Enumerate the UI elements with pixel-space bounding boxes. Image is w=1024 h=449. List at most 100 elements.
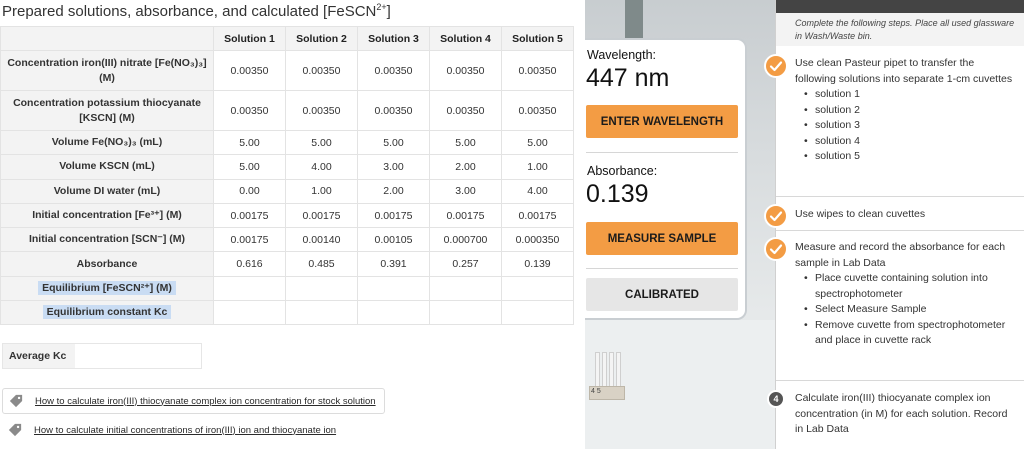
cell-value: 0.139 xyxy=(501,251,574,277)
check-icon xyxy=(764,54,788,78)
average-kc-label: Average Kc xyxy=(3,344,75,368)
divider xyxy=(586,152,738,153)
row-label: Volume DI water (mL) xyxy=(0,178,214,204)
step-description: Calculate iron(III) thiocyanate complex … xyxy=(795,392,1008,435)
table-row: Initial concentration [SCN⁻] (M) 0.00175… xyxy=(0,227,574,253)
hint-link-text[interactable]: How to calculate initial concentrations … xyxy=(34,425,336,436)
step-text: Measure and record the absorbance for ea… xyxy=(795,240,1017,349)
cell-value: 0.00105 xyxy=(357,227,430,253)
input-cell[interactable] xyxy=(429,300,502,326)
table-corner xyxy=(0,26,214,51)
table-row: Equilibrium constant Kc xyxy=(0,300,574,326)
input-cell[interactable] xyxy=(213,300,286,326)
rack-numbers: 4 5 xyxy=(591,388,601,395)
cell-value: 0.00175 xyxy=(429,202,502,229)
input-cell[interactable] xyxy=(357,275,430,302)
cell-value: 0.485 xyxy=(285,251,358,277)
solution-list: solution 1 solution 2 solution 3 solutio… xyxy=(795,87,1017,165)
stand-pole xyxy=(625,0,643,40)
input-cell[interactable] xyxy=(429,275,502,302)
cuvette[interactable] xyxy=(609,352,614,390)
step-description: Use clean Pasteur pipet to transfer the … xyxy=(795,57,1013,85)
calibrated-button[interactable]: CALIBRATED xyxy=(586,278,738,311)
list-item: solution 3 xyxy=(795,118,1017,134)
table-row: Absorbance 0.616 0.485 0.391 0.257 0.139 xyxy=(0,251,574,277)
cuvette-rack[interactable]: 4 5 xyxy=(589,352,625,407)
cell-value: 0.00175 xyxy=(213,202,286,229)
list-item: solution 2 xyxy=(795,103,1017,119)
input-cell[interactable] xyxy=(213,275,286,302)
cell-value: 0.000350 xyxy=(501,227,574,253)
hint-link-stock-concentration[interactable]: How to calculate iron(III) thiocyanate c… xyxy=(2,388,385,414)
table-row: Volume Fe(NO₃)₃ (mL) 5.00 5.00 5.00 5.00… xyxy=(0,129,574,156)
measure-sublist: Place cuvette containing solution into s… xyxy=(795,271,1017,349)
procedure-header: Complete the following steps. Place all … xyxy=(776,0,1024,46)
measure-sample-button[interactable]: MEASURE SAMPLE xyxy=(586,222,738,255)
step-text: Use clean Pasteur pipet to transfer the … xyxy=(795,56,1017,165)
table-row: Volume KSCN (mL) 5.00 4.00 3.00 2.00 1.0… xyxy=(0,154,574,180)
cell-value: 1.00 xyxy=(501,154,574,180)
column-header: Solution 5 xyxy=(501,26,574,51)
column-header: Solution 2 xyxy=(285,26,358,51)
hint-link-initial-concentrations[interactable]: How to calculate initial concentrations … xyxy=(2,417,345,443)
list-item: Select Measure Sample xyxy=(795,302,1017,318)
step-separator xyxy=(776,230,1024,231)
table-row: Initial concentration [Fe³⁺] (M) 0.00175… xyxy=(0,202,574,229)
row-label: Volume KSCN (mL) xyxy=(0,154,214,180)
check-icon xyxy=(764,237,788,261)
cell-value: 0.00175 xyxy=(501,202,574,229)
step-separator xyxy=(776,196,1024,197)
cuvette[interactable] xyxy=(602,352,607,390)
cell-value: 2.00 xyxy=(429,154,502,180)
input-cell[interactable] xyxy=(285,300,358,326)
cell-value: 5.00 xyxy=(285,129,358,156)
cell-value: 5.00 xyxy=(213,129,286,156)
hint-link-text[interactable]: How to calculate iron(III) thiocyanate c… xyxy=(35,396,376,407)
cell-value: 0.00350 xyxy=(501,90,574,131)
enter-wavelength-button[interactable]: ENTER WAVELENGTH xyxy=(586,105,738,138)
step-separator xyxy=(776,380,1024,381)
cuvette[interactable] xyxy=(595,352,600,390)
input-cell[interactable] xyxy=(357,300,430,326)
table-row: Volume DI water (mL) 0.00 1.00 2.00 3.00… xyxy=(0,178,574,204)
cell-value: 0.00175 xyxy=(357,202,430,229)
lab-data-panel: Prepared solutions, absorbance, and calc… xyxy=(0,0,585,449)
row-label: Absorbance xyxy=(0,251,214,277)
cuvette[interactable] xyxy=(616,352,621,390)
cell-value: 0.00350 xyxy=(429,90,502,131)
tag-icon xyxy=(8,423,22,437)
lab-bench-view: 4 5 Wavelength: 447 nm ENTER WAVELENGTH … xyxy=(585,0,775,449)
spectrophotometer-panel: Wavelength: 447 nm ENTER WAVELENGTH Abso… xyxy=(585,38,747,320)
highlighted-label: Equilibrium constant Kc xyxy=(42,305,172,320)
list-item: Place cuvette containing solution into s… xyxy=(795,271,1017,302)
input-cell[interactable] xyxy=(285,275,358,302)
column-header: Solution 4 xyxy=(429,26,502,51)
cell-value: 0.00140 xyxy=(285,227,358,253)
wavelength-label: Wavelength: xyxy=(587,48,657,62)
list-item: solution 5 xyxy=(795,149,1017,165)
input-cell[interactable] xyxy=(501,275,574,302)
cell-value: 2.00 xyxy=(357,178,430,204)
column-header: Solution 3 xyxy=(357,26,430,51)
list-item: solution 1 xyxy=(795,87,1017,103)
cell-value: 4.00 xyxy=(285,154,358,180)
list-item: solution 4 xyxy=(795,134,1017,150)
row-label: Volume Fe(NO₃)₃ (mL) xyxy=(0,129,214,156)
table-row: Concentration iron(III) nitrate [Fe(NO₃)… xyxy=(0,50,574,91)
cell-value: 5.00 xyxy=(357,129,430,156)
table-row: Concentration potassium thiocyanate [KSC… xyxy=(0,90,574,131)
average-kc-input[interactable] xyxy=(75,344,201,368)
header-bar xyxy=(776,0,1024,13)
row-label: Concentration potassium thiocyanate [KSC… xyxy=(0,90,214,131)
cell-value: 0.00350 xyxy=(213,50,286,91)
cell-value: 0.00175 xyxy=(285,202,358,229)
wavelength-value: 447 nm xyxy=(586,64,670,92)
row-label: Equilibrium constant Kc xyxy=(0,300,214,326)
row-label: Equilibrium [FeSCN²⁺] (M) xyxy=(0,275,214,302)
cell-value: 1.00 xyxy=(285,178,358,204)
cell-value: 5.00 xyxy=(213,154,286,180)
check-icon xyxy=(764,204,788,228)
cell-value: 0.00 xyxy=(213,178,286,204)
cell-value: 4.00 xyxy=(501,178,574,204)
input-cell[interactable] xyxy=(501,300,574,326)
